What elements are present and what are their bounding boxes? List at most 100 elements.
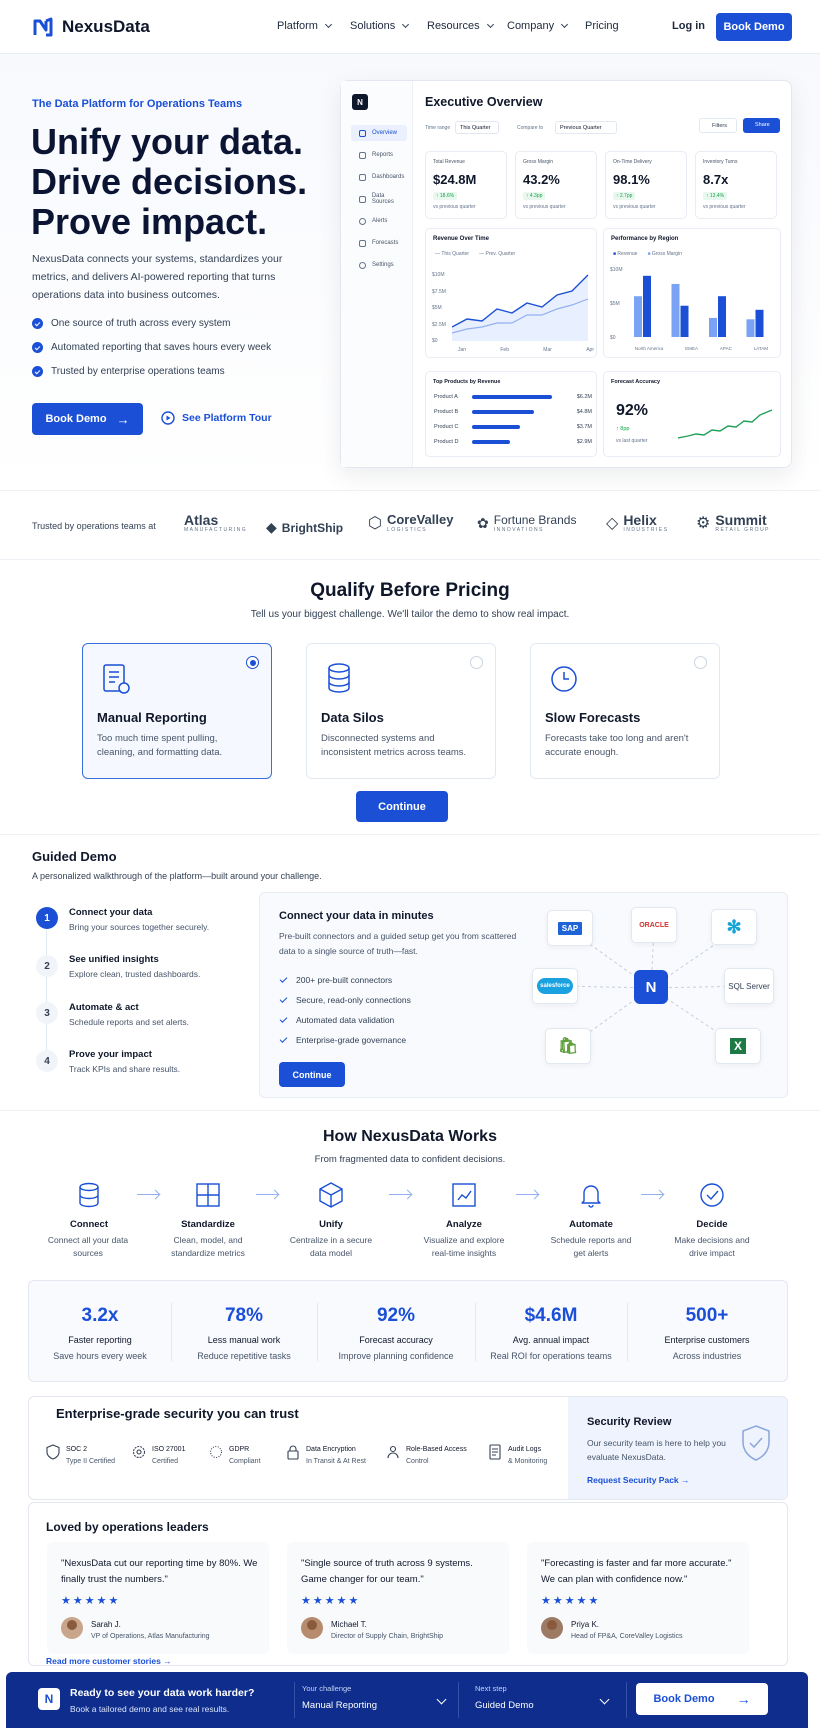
- forecast-panel[interactable]: Forecast Accuracy 92% ↑ 8pp vs last quar…: [603, 371, 781, 457]
- product-name: Product D: [434, 439, 459, 445]
- security-badge: SOC 2 Type II Certified: [46, 1444, 115, 1468]
- kpi-delta: ↑ 4.3pp: [523, 192, 546, 200]
- compare-select[interactable]: Previous Quarter: [555, 121, 617, 134]
- how-step-desc: Make decisions and drive impact: [674, 1235, 750, 1258]
- x-tick: Jan: [458, 347, 467, 353]
- nav-solutions[interactable]: Solutions: [350, 20, 410, 32]
- testimonial-card: "NexusData cut our reporting time by 80%…: [47, 1542, 269, 1654]
- nav-book-demo-button[interactable]: Book Demo: [716, 13, 792, 41]
- y-tick: $0: [432, 338, 438, 344]
- kpi-card[interactable]: Gross Margin 43.2% ↑ 4.3pp vs previous quar…: [515, 151, 597, 219]
- connector-sql-server[interactable]: SQL Server: [724, 968, 774, 1004]
- step-number[interactable]: 4: [36, 1050, 58, 1072]
- dash-side-reports[interactable]: Reports: [351, 147, 407, 163]
- star-rating-icon: ★★★★★: [541, 1595, 601, 1607]
- card-title: Data Silos: [321, 710, 384, 725]
- qualify-continue-button[interactable]: Continue: [356, 791, 448, 822]
- login-link[interactable]: Log in: [672, 20, 705, 32]
- step-title[interactable]: See unified insights: [69, 954, 159, 965]
- kpi-title: Total Revenue: [433, 159, 465, 165]
- x-tick: Mar: [543, 347, 552, 353]
- dash-side-overview[interactable]: Overview: [351, 125, 407, 141]
- gear-icon: ⚙: [696, 515, 711, 532]
- revenue-bar: [680, 305, 689, 337]
- compare-label: Compare to: [517, 125, 544, 131]
- security-review-title: Security Review: [587, 1416, 672, 1428]
- dash-side-forecasts[interactable]: Forecasts: [351, 235, 407, 251]
- connector-label: salesforce: [537, 978, 573, 994]
- dash-side-data-sources[interactable]: Data Sources: [351, 191, 407, 207]
- logo-name: Fortune Brands: [493, 513, 577, 527]
- step-title[interactable]: Connect your data: [69, 907, 152, 918]
- product-bar: [472, 440, 510, 444]
- top-products-panel[interactable]: Top Products by Revenue Product A $6.2M Pr…: [425, 371, 597, 457]
- step-title[interactable]: Prove your impact: [69, 1049, 152, 1060]
- product-name: Product A: [434, 394, 458, 400]
- challenge-select[interactable]: Your challenge Manual Reporting: [302, 1678, 452, 1722]
- database-icon: [328, 663, 350, 693]
- kpi-card[interactable]: Inventory Turns 8.7x ↑ 13.4% vs previous qu…: [695, 151, 777, 219]
- logo-sub: LOGISTICS: [386, 527, 428, 533]
- read-more-stories-link[interactable]: Read more customer stories →: [46, 1656, 172, 1666]
- kpi-sub: vs previous quarter: [703, 204, 746, 210]
- radio-selected[interactable]: [246, 656, 259, 669]
- guided-continue-button[interactable]: Continue: [279, 1062, 345, 1087]
- step-number[interactable]: 1: [36, 907, 58, 929]
- flow-arrow-icon: [256, 1194, 278, 1196]
- kpi-card[interactable]: On-Time Delivery 98.1% ↑ 2.7pp vs previous …: [605, 151, 687, 219]
- cta-bar-sub: Book a tailored demo and see real result…: [70, 1704, 230, 1714]
- shopify-icon[interactable]: 🛍: [545, 1028, 591, 1064]
- next-step-select[interactable]: Next step Guided Demo: [475, 1678, 615, 1722]
- product-value: $2.9M: [576, 439, 592, 445]
- nav-platform[interactable]: Platform: [277, 20, 333, 32]
- connector-salesforce[interactable]: salesforce: [532, 968, 578, 1004]
- legend-label: Prev. Quarter: [485, 251, 516, 257]
- nav-company[interactable]: Company: [507, 20, 569, 32]
- divider: [458, 1682, 459, 1718]
- radio-unselected[interactable]: [470, 656, 483, 669]
- avatar: [541, 1617, 563, 1639]
- hero-book-demo-button[interactable]: Book Demo →: [32, 403, 143, 435]
- nexusdata-logo-icon[interactable]: [32, 16, 54, 38]
- dash-side-alerts[interactable]: Alerts: [351, 213, 407, 229]
- testimonial-role: Director of Supply Chain, BrightShip: [331, 1633, 444, 1640]
- kpi-sub: vs previous quarter: [433, 204, 476, 210]
- nav-pricing[interactable]: Pricing: [585, 20, 619, 32]
- stat-value: $4.6M: [524, 1305, 578, 1326]
- kpi-delta: ↑ 2.7pp: [613, 192, 636, 200]
- kpi-card[interactable]: Total Revenue $24.8M ↑ 18.6% vs previous qu…: [425, 151, 507, 219]
- excel-icon[interactable]: X: [715, 1028, 761, 1064]
- challenge-card-slow-forecasts[interactable]: Slow Forecasts Forecasts take too long a…: [530, 643, 720, 779]
- dash-side-dashboards[interactable]: Dashboards: [351, 169, 407, 185]
- time-range-label: Time range: [425, 125, 451, 131]
- region-chart-panel[interactable]: Performance by Region ■ Revenue ■ Gross M…: [603, 228, 781, 358]
- snowflake-icon[interactable]: ✻: [711, 909, 757, 945]
- filters-button[interactable]: Filters: [699, 118, 737, 133]
- request-security-pack-link[interactable]: Request Security Pack →: [587, 1475, 690, 1485]
- nav-resources[interactable]: Resources: [427, 20, 494, 32]
- how-step-desc: Visualize and explore real-time insights: [423, 1235, 505, 1258]
- radio-unselected[interactable]: [694, 656, 707, 669]
- connector-sap[interactable]: SAP: [547, 910, 593, 946]
- product-row: Product A $6.2M: [434, 394, 592, 404]
- y-tick: $5M: [432, 305, 442, 311]
- connector-oracle[interactable]: ORACLE: [631, 907, 677, 943]
- stat-label: Avg. annual impact: [512, 1335, 590, 1345]
- step-number[interactable]: 2: [36, 955, 58, 977]
- platform-tour-link[interactable]: See Platform Tour: [161, 411, 272, 425]
- step-title[interactable]: Automate & act: [69, 1002, 139, 1013]
- challenge-card-manual-reporting[interactable]: Manual Reporting Too much time spent pul…: [82, 643, 272, 779]
- brand-name[interactable]: NexusData: [62, 17, 150, 37]
- cta-bar-book-demo-button[interactable]: Book Demo →: [636, 1683, 768, 1715]
- logo-helix: ◇ Helix INDUSTRIES: [606, 513, 669, 533]
- grid-icon: [359, 129, 366, 137]
- stat-item: 500+ Enterprise customers Across industrie…: [627, 1281, 787, 1383]
- step-number[interactable]: 3: [36, 1002, 58, 1024]
- dash-side-settings[interactable]: Settings: [351, 257, 407, 273]
- challenge-card-data-silos[interactable]: Data Silos Disconnected systems and inco…: [306, 643, 496, 779]
- margin-bar: [709, 317, 717, 337]
- time-range-select[interactable]: This Quarter: [455, 121, 499, 134]
- star-rating-icon: ★★★★★: [301, 1595, 361, 1607]
- share-button[interactable]: Share: [743, 118, 780, 133]
- revenue-chart-panel[interactable]: Revenue Over Time — This Quarter — Prev. …: [425, 228, 597, 358]
